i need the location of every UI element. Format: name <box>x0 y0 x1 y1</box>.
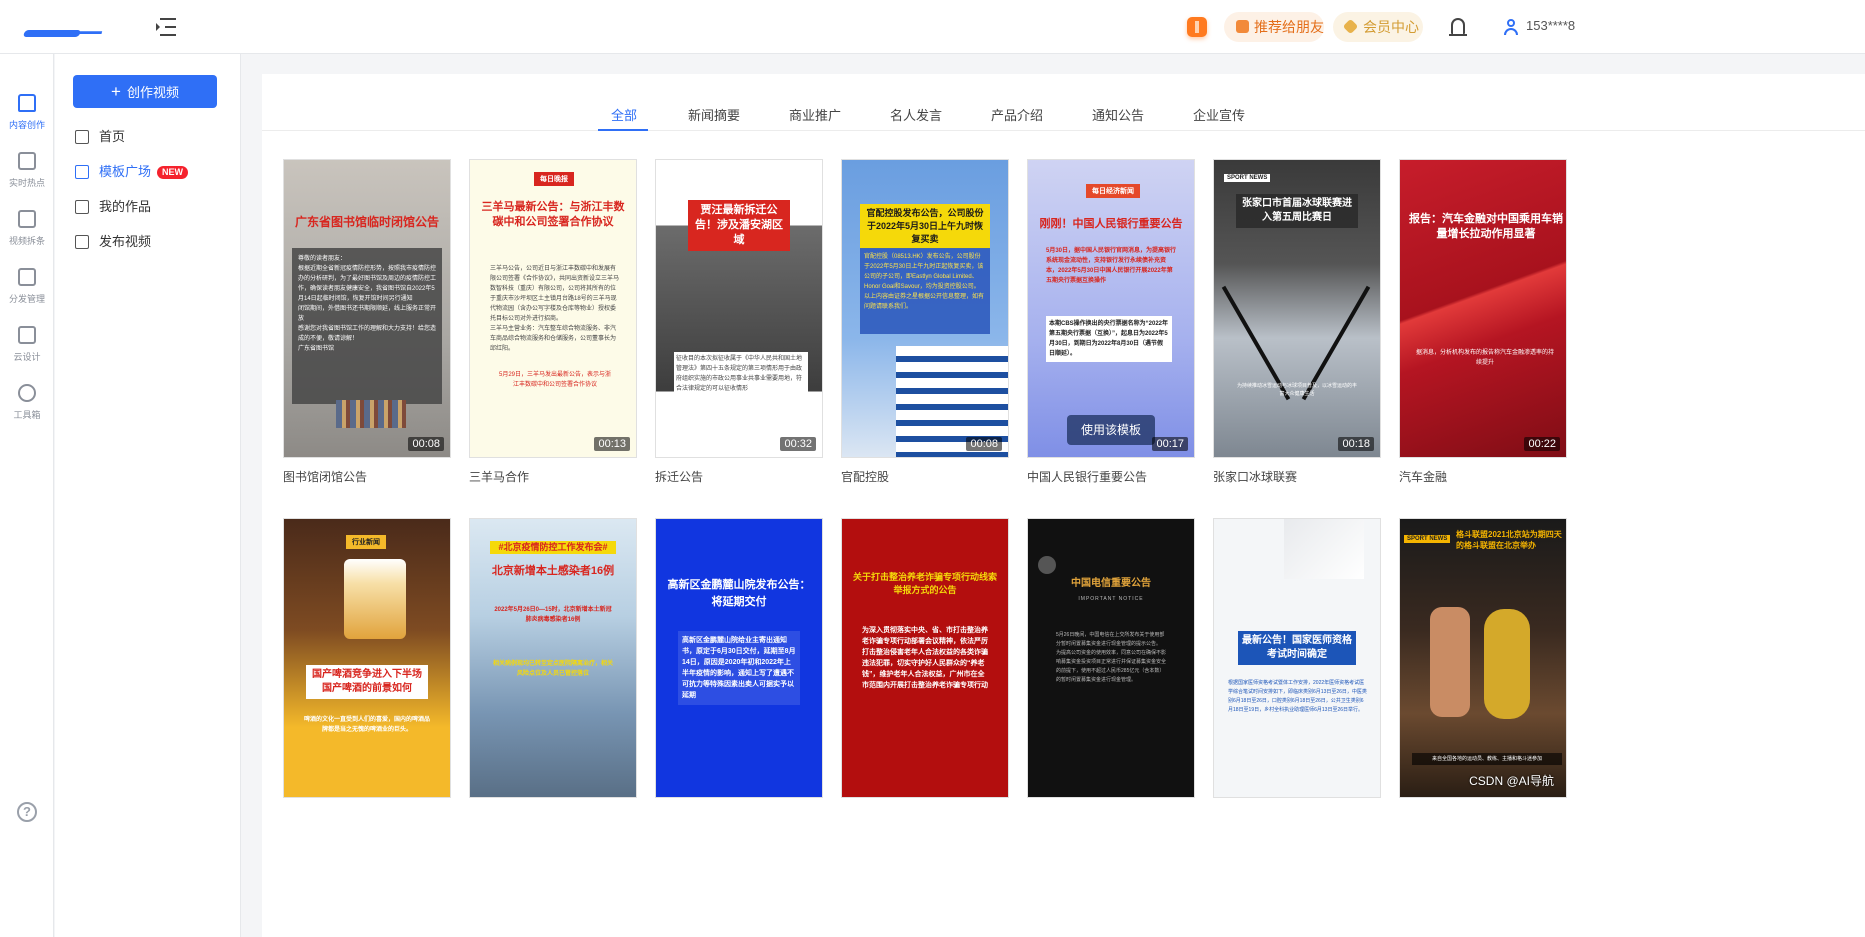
gift-small-icon <box>1236 20 1249 33</box>
template-thumbnail[interactable]: SPORT NEWS 张家口市首届冰球联赛进入第五周比赛日 为持续推动冰雪运动与… <box>1213 159 1381 458</box>
duration-badge: 00:13 <box>594 437 630 451</box>
template-thumbnail[interactable]: 报告：汽车金融对中国乘用车销量增长拉动作用显著 据消息，分析机构发布的报告称汽车… <box>1399 159 1567 458</box>
logo-swoosh <box>22 30 82 37</box>
csdn-watermark: CSDN @AI导航 <box>1469 774 1554 788</box>
template-thumbnail[interactable]: 最新公告！国家医师资格考试时间确定 根据国家医师资格考试暨体工作安排，2022年… <box>1213 518 1381 798</box>
template-title[interactable]: 官配控股 <box>841 468 889 485</box>
nav-item-template-square[interactable]: 模板广场 NEW <box>75 160 189 184</box>
distribution-icon <box>18 268 36 286</box>
template-title[interactable]: 拆迁公告 <box>655 468 703 485</box>
play-icon <box>75 200 89 214</box>
boxer-image <box>1430 607 1470 717</box>
member-label: 会员中心 <box>1363 19 1419 35</box>
use-template-button[interactable]: 使用该模板 <box>1067 415 1155 445</box>
nav-item-home[interactable]: 首页 <box>75 125 125 149</box>
app-logo[interactable]: 一起剪 <box>22 10 116 118</box>
collapse-menu-icon[interactable] <box>156 18 176 36</box>
category-tabs: 全部 新闻摘要 商业推广 名人发言 产品介绍 通知公告 企业宣传 <box>262 74 1865 131</box>
tab-all[interactable]: 全部 <box>611 105 637 124</box>
template-thumbnail[interactable]: 每日经济新闻 刚刚！中国人民银行重要公告 5月30日，据中国人民银行官网消息，为… <box>1027 159 1195 458</box>
home-icon <box>75 130 89 144</box>
user-phone[interactable]: 153****8 <box>1526 18 1575 33</box>
bookshelf-image <box>336 400 406 428</box>
tab-product-intro[interactable]: 产品介绍 <box>991 105 1043 124</box>
duration-badge: 00:17 <box>1152 437 1188 451</box>
template-thumbnail[interactable]: SPORT NEWS 格斗联盟2021北京站为期四天的格斗联盟在北京举办 来自全… <box>1399 518 1567 798</box>
template-thumbnail[interactable]: 关于打击整治养老诈骗专项行动线索举报方式的公告 为深入贯彻落实中央、省、市打击整… <box>841 518 1009 798</box>
template-title[interactable]: 汽车金融 <box>1399 468 1447 485</box>
duration-badge: 00:08 <box>408 437 444 451</box>
tab-company-promo[interactable]: 企业宣传 <box>1193 105 1245 124</box>
tab-business-promo[interactable]: 商业推广 <box>789 105 841 124</box>
rail-item-cloud-design[interactable]: 云设计 <box>0 326 54 376</box>
gift-icon[interactable] <box>1187 17 1207 37</box>
nav-item-publish-video[interactable]: 发布视频 <box>75 230 151 254</box>
template-thumbnail[interactable]: 广东省图书馆临时闭馆公告 尊敬的读者朋友： 根据近期全省新冠疫情防控形势，按照我… <box>283 159 451 458</box>
duration-badge: 00:32 <box>780 437 816 451</box>
nav-item-my-works[interactable]: 我的作品 <box>75 195 151 219</box>
plus-icon: + <box>111 82 121 101</box>
decor-dot <box>1038 556 1056 574</box>
rail-item-video-split[interactable]: 视频拆条 <box>0 210 54 260</box>
home-icon <box>18 94 36 112</box>
tab-news-summary[interactable]: 新闻摘要 <box>688 105 740 124</box>
template-thumbnail[interactable]: 官配控股发布公告，公司股份于2022年5月30日上午九时恢复买卖 官配控股（08… <box>841 159 1009 458</box>
duration-badge: 00:22 <box>1524 437 1560 451</box>
trend-chart-icon <box>18 152 36 170</box>
rail-item-distribution[interactable]: 分发管理 <box>0 268 54 318</box>
beer-glass-image <box>344 559 406 639</box>
wrench-icon <box>18 384 36 402</box>
rail-item-toolbox[interactable]: 工具箱 <box>0 384 54 434</box>
template-thumbnail[interactable]: #北京疫情防控工作发布会# 北京新增本土感染者16例 2022年5月26日0—1… <box>469 518 637 798</box>
member-center-button[interactable]: 会员中心 <box>1333 12 1423 42</box>
template-title[interactable]: 图书馆闭馆公告 <box>283 468 367 485</box>
template-panel: 全部 新闻摘要 商业推广 名人发言 产品介绍 通知公告 企业宣传 广东省图书馆临… <box>262 74 1865 937</box>
left-rail: 内容创作 实时热点 视频拆条 分发管理 云设计 工具箱 ? <box>0 54 54 937</box>
split-icon <box>18 210 36 228</box>
diamond-icon <box>1342 18 1359 35</box>
bell-icon[interactable] <box>1449 18 1467 36</box>
user-icon[interactable] <box>1504 19 1518 35</box>
rail-item-content-create[interactable]: 内容创作 <box>0 94 54 144</box>
upload-video-icon <box>75 235 89 249</box>
tab-notice[interactable]: 通知公告 <box>1092 105 1144 124</box>
rail-item-hot-topics[interactable]: 实时热点 <box>0 152 54 202</box>
image-icon <box>18 326 36 344</box>
template-title[interactable]: 张家口冰球联赛 <box>1213 468 1297 485</box>
new-badge: NEW <box>157 166 189 179</box>
recommend-friend-button[interactable]: 推荐给朋友 <box>1224 12 1324 42</box>
create-video-button[interactable]: + 创作视频 <box>73 75 217 108</box>
duration-badge: 00:18 <box>1338 437 1374 451</box>
recommend-label: 推荐给朋友 <box>1254 19 1324 35</box>
tab-celebrity-speech[interactable]: 名人发言 <box>890 105 942 124</box>
duration-badge: 00:08 <box>966 437 1002 451</box>
top-bar: 一起剪 推荐给朋友 会员中心 153****8 <box>0 0 1865 118</box>
template-title[interactable]: 中国人民银行重要公告 <box>1027 468 1147 485</box>
template-thumbnail[interactable]: 行业新闻 国产啤酒竞争进入下半场国产啤酒的前景如何 啤酒的文化一直受到人们的喜爱… <box>283 518 451 798</box>
help-icon[interactable]: ? <box>17 802 37 822</box>
template-thumbnail[interactable]: 高新区金鹏麓山院发布公告：将延期交付 高新区金鹏麓山院给业主寄出通知书，原定于6… <box>655 518 823 798</box>
template-thumbnail[interactable]: 贾汪最新拆迁公告！涉及潘安湖区域 征收目的本次拟征收属于《中华人民共和国土地管理… <box>655 159 823 458</box>
template-thumbnail[interactable]: 每日晚报 三羊马最新公告：与浙江丰数碳中和公司签署合作协议 三羊马公告，公司近日… <box>469 159 637 458</box>
doctor-desk-image <box>1284 519 1364 579</box>
template-title[interactable]: 三羊马合作 <box>469 468 529 485</box>
template-thumbnail[interactable]: 中国电信重要公告 IMPORTANT NOTICE 5月26日晚间，中国电信在上… <box>1027 518 1195 798</box>
punching-bag-image <box>1484 609 1530 719</box>
grid-icon <box>75 165 89 179</box>
secondary-nav: + 创作视频 首页 模板广场 NEW 我的作品 发布视频 <box>55 54 241 937</box>
active-tab-indicator <box>598 129 648 131</box>
